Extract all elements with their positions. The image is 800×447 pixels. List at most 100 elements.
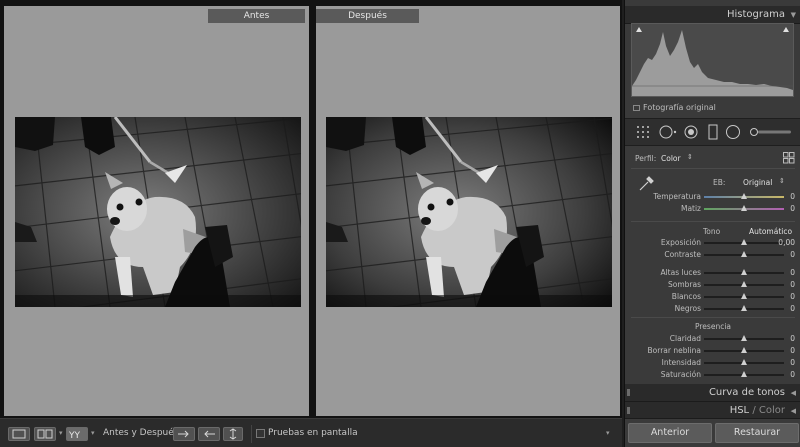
slider-handle[interactable] <box>741 239 747 245</box>
slider-label: Altas luces <box>660 268 701 277</box>
tone-auto-button[interactable]: Automático <box>749 227 792 236</box>
slider-label: Intensidad <box>661 358 701 367</box>
radial-filter-icon[interactable] <box>725 124 741 140</box>
divider <box>631 168 795 169</box>
adjustment-brush-icon[interactable] <box>749 124 793 140</box>
develop-module: Antes Después ▾ YY ▾ Antes y Después: Pr… <box>0 0 800 447</box>
slider-track[interactable] <box>704 293 784 299</box>
soft-proofing-checkbox[interactable] <box>256 429 265 438</box>
slider-track[interactable] <box>704 205 784 211</box>
slider-handle[interactable] <box>741 281 747 287</box>
slider-track[interactable] <box>704 193 784 199</box>
expand-triangle-icon: ◀ <box>790 407 796 415</box>
slider-handle[interactable] <box>741 251 747 257</box>
slider-handle[interactable] <box>741 205 747 211</box>
wb-value[interactable]: Original <box>743 178 772 187</box>
swap-settings-icon <box>229 428 237 440</box>
slider-track[interactable] <box>704 371 784 377</box>
slider-value[interactable]: 0 <box>790 268 795 277</box>
slider-value[interactable]: 0 <box>790 250 795 259</box>
copy-before-to-after-button[interactable] <box>173 427 195 441</box>
slider-handle[interactable] <box>741 193 747 199</box>
photo-icon <box>633 105 640 111</box>
slider-value[interactable]: 0,00 <box>778 238 795 247</box>
histogram[interactable] <box>631 23 794 97</box>
slider-value[interactable]: 0 <box>790 334 795 343</box>
swap-before-after-button[interactable] <box>223 427 243 441</box>
slider-track[interactable] <box>704 359 784 365</box>
after-photo[interactable] <box>326 117 612 307</box>
presence-label: Presencia <box>695 322 732 331</box>
before-after-split-icon: YY <box>68 431 80 440</box>
slider-handle[interactable] <box>741 335 747 341</box>
slider-track[interactable] <box>704 335 784 341</box>
slider-label: Borrar neblina <box>647 346 701 355</box>
slider-track[interactable] <box>704 251 784 257</box>
profile-updown-icon[interactable]: ⇕ <box>687 153 693 161</box>
mode-caret-icon[interactable]: ▾ <box>91 429 95 437</box>
compare-view: Antes Después <box>0 0 622 418</box>
spot-removal-icon[interactable] <box>658 124 678 140</box>
slider-track[interactable] <box>704 305 784 311</box>
reset-button[interactable]: Restaurar <box>715 423 799 443</box>
tone-label: Tono <box>703 227 721 236</box>
loupe-view-button[interactable] <box>8 427 30 441</box>
hsl-header[interactable]: HSL / Color ◀ <box>625 402 800 419</box>
histogram-header[interactable]: Histograma ▼ <box>625 6 800 24</box>
bottom-toolbar: ▾ YY ▾ Antes y Después: Pruebas en panta… <box>0 418 622 447</box>
basic-panel: Perfil: Color ⇕ EB: Original ⇕ Temperatu… <box>625 148 800 380</box>
toolbar-menu-icon[interactable]: ▾ <box>606 429 610 437</box>
graduated-filter-icon[interactable] <box>705 124 721 140</box>
slider-value[interactable]: 0 <box>790 370 795 379</box>
slider-handle[interactable] <box>741 305 747 311</box>
crop-grid-icon[interactable] <box>635 124 651 140</box>
slider-label: Negros <box>674 304 701 313</box>
soft-proofing-label: Pruebas en pantalla <box>268 428 358 438</box>
profile-browser-icon[interactable] <box>783 152 795 164</box>
panel-toggle-icon <box>627 389 630 396</box>
swap-left-to-right-icon <box>178 430 189 438</box>
panel-toggle-icon <box>627 407 630 414</box>
slider-value[interactable]: 0 <box>790 358 795 367</box>
expand-triangle-icon: ◀ <box>790 389 796 397</box>
slider-handle[interactable] <box>741 371 747 377</box>
collapse-triangle-icon: ▼ <box>790 11 796 19</box>
histogram-source[interactable]: Fotografía original <box>633 103 716 112</box>
slider-handle[interactable] <box>741 269 747 275</box>
after-pane[interactable]: Después <box>316 6 620 416</box>
copy-after-to-before-button[interactable] <box>198 427 220 441</box>
slider-value[interactable]: 0 <box>790 280 795 289</box>
red-eye-icon[interactable] <box>683 124 699 140</box>
before-pane[interactable]: Antes <box>4 6 309 416</box>
slider-value[interactable]: 0 <box>790 204 795 213</box>
slider-value[interactable]: 0 <box>790 304 795 313</box>
wb-updown-icon[interactable]: ⇕ <box>779 177 785 185</box>
white-balance-eyedropper-icon[interactable] <box>637 173 657 193</box>
before-after-mode-button[interactable]: YY <box>66 427 88 441</box>
slider-label: Matiz <box>680 204 701 213</box>
slider-handle[interactable] <box>741 293 747 299</box>
slider-label: Exposición <box>660 238 701 247</box>
view-mode-caret-icon[interactable]: ▾ <box>59 429 63 437</box>
histogram-graph <box>632 27 793 96</box>
before-after-label: Antes y Después: <box>103 428 182 438</box>
slider-label: Blancos <box>671 292 701 301</box>
slider-track[interactable] <box>704 347 784 353</box>
before-after-view-button[interactable] <box>34 427 56 441</box>
before-after-view-icon <box>37 429 53 439</box>
previous-button[interactable]: Anterior <box>628 423 712 443</box>
slider-handle[interactable] <box>741 359 747 365</box>
slider-value[interactable]: 0 <box>790 192 795 201</box>
slider-value[interactable]: 0 <box>790 346 795 355</box>
swap-right-to-left-icon <box>204 430 215 438</box>
profile-value[interactable]: Color <box>661 154 681 163</box>
before-photo[interactable] <box>15 117 301 307</box>
slider-track[interactable] <box>704 239 784 245</box>
tone-curve-header[interactable]: Curva de tonos ◀ <box>625 384 800 402</box>
slider-handle[interactable] <box>741 347 747 353</box>
slider-track[interactable] <box>704 269 784 275</box>
slider-value[interactable]: 0 <box>790 292 795 301</box>
slider-track[interactable] <box>704 281 784 287</box>
after-label: Después <box>316 9 419 23</box>
svg-text:YY: YY <box>68 431 80 440</box>
